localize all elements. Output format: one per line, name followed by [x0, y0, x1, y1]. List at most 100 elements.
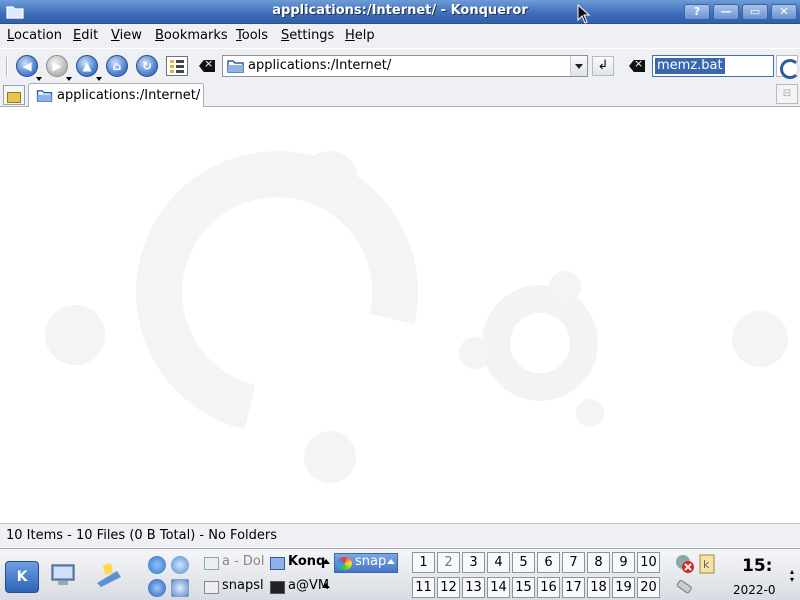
status-text: 10 Items - 10 Files (0 B Total) - No Fol…: [6, 528, 278, 543]
browser-icon[interactable]: [148, 579, 166, 597]
maximize-button[interactable]: ▭: [742, 4, 768, 20]
window-icon: [204, 581, 219, 594]
location-dropdown-button[interactable]: [570, 56, 587, 76]
desktop-13[interactable]: 13: [462, 577, 485, 598]
task-label: Konq: [288, 554, 326, 569]
desktop-2[interactable]: 2: [437, 552, 460, 573]
desktop-9[interactable]: 9: [612, 552, 635, 573]
desktop-20[interactable]: 20: [637, 577, 660, 598]
dropdown-icon: [96, 77, 102, 81]
menu-edit[interactable]: Edit: [73, 28, 98, 43]
clear-location-icon[interactable]: [199, 60, 215, 72]
tab-bar: applications:/Internet/: [0, 82, 800, 108]
desktop-6[interactable]: 6: [537, 552, 560, 573]
caret-up-icon: [322, 583, 330, 588]
caret-up-icon: [387, 559, 395, 564]
task-label: snap: [355, 554, 387, 569]
clock-date: 2022-0: [733, 583, 776, 597]
up-button[interactable]: ▲: [76, 55, 102, 81]
status-bar: 10 Items - 10 Files (0 B Total) - No Fol…: [0, 523, 800, 547]
menu-location[interactable]: Location: [7, 28, 62, 43]
icon-view-icon: [170, 60, 184, 73]
task-snapshot[interactable]: snapsl: [202, 578, 264, 598]
search-input[interactable]: memz.bat: [655, 58, 725, 74]
desktop-17[interactable]: 17: [562, 577, 585, 598]
device-icon[interactable]: [674, 578, 694, 596]
tab-label: applications:/Internet/: [57, 88, 201, 103]
task-label: snapsl: [222, 578, 264, 593]
new-tab-button[interactable]: [3, 85, 25, 105]
share-icon[interactable]: [171, 579, 189, 597]
help-button[interactable]: ?: [684, 4, 710, 20]
task-snapshot-active[interactable]: snap: [334, 553, 398, 573]
svg-text:k: k: [703, 558, 710, 571]
task-dolphin[interactable]: a - Dol: [202, 554, 264, 574]
menu-bar: Location Edit View Bookmarks Tools Setti…: [0, 24, 800, 48]
menu-settings[interactable]: Settings: [281, 28, 334, 43]
clear-search-icon[interactable]: [629, 60, 645, 72]
terminal-icon: [270, 581, 285, 594]
desktop-7[interactable]: 7: [562, 552, 585, 573]
back-button[interactable]: ◀: [16, 55, 42, 81]
clock-scroll-icon[interactable]: ▴ ▾: [790, 568, 794, 584]
system-icon[interactable]: [50, 562, 80, 588]
desktop-14[interactable]: 14: [487, 577, 510, 598]
globe-icon[interactable]: [171, 556, 189, 574]
reload-button[interactable]: ↻: [136, 55, 158, 77]
editor-icon[interactable]: [93, 561, 123, 587]
menu-tools[interactable]: Tools: [236, 28, 268, 43]
task-label: a - Dol: [222, 554, 264, 569]
search-box[interactable]: memz.bat: [652, 55, 774, 77]
search-engine-icon[interactable]: [776, 55, 800, 79]
folder-icon: [227, 60, 244, 73]
desktop-15[interactable]: 15: [512, 577, 535, 598]
desktop-8[interactable]: 8: [587, 552, 610, 573]
folder-icon: [204, 557, 219, 570]
file-view[interactable]: [0, 107, 800, 523]
window-titlebar[interactable]: applications:/Internet/ - Konqueror ? — …: [0, 0, 800, 24]
mouse-cursor-icon: [577, 4, 591, 24]
clock-time[interactable]: 15:: [742, 556, 772, 576]
toolbar-handle[interactable]: [6, 57, 8, 77]
reload-icon: ↻: [141, 59, 153, 73]
dropdown-icon: [66, 77, 72, 81]
desktop-11[interactable]: 11: [412, 577, 435, 598]
network-icon[interactable]: [148, 556, 166, 574]
go-button[interactable]: ↲: [592, 56, 614, 76]
background-watermark: [45, 151, 788, 483]
desktop-16[interactable]: 16: [537, 577, 560, 598]
close-button[interactable]: ✕: [771, 4, 797, 20]
desktop-3[interactable]: 3: [462, 552, 485, 573]
desktop-19[interactable]: 19: [612, 577, 635, 598]
view-mode-button[interactable]: [166, 56, 188, 76]
home-icon: ⌂: [112, 59, 122, 73]
desktop-12[interactable]: 12: [437, 577, 460, 598]
window-title: applications:/Internet/ - Konqueror: [272, 3, 528, 18]
dropdown-icon: [36, 77, 42, 81]
task-konqueror[interactable]: Konq: [268, 554, 332, 574]
desktop-4[interactable]: 4: [487, 552, 510, 573]
desktop-18[interactable]: 18: [587, 577, 610, 598]
menu-bookmarks[interactable]: Bookmarks: [155, 28, 228, 43]
desktop-1[interactable]: 1: [412, 552, 435, 573]
folder-icon: [36, 90, 53, 102]
menu-view[interactable]: View: [111, 28, 142, 43]
klipper-icon[interactable]: k: [698, 553, 716, 575]
menu-help[interactable]: Help: [345, 28, 375, 43]
forward-button[interactable]: ▶: [46, 55, 72, 81]
desktop-5[interactable]: 5: [512, 552, 535, 573]
snapshot-icon: [337, 557, 352, 570]
caret-up-icon: [322, 559, 330, 564]
close-tab-button[interactable]: ⊟: [776, 84, 798, 104]
k-menu-button[interactable]: K: [5, 561, 39, 593]
minimize-button[interactable]: —: [713, 4, 739, 20]
home-button[interactable]: ⌂: [106, 55, 128, 77]
location-field[interactable]: applications:/Internet/: [248, 58, 391, 73]
network-disconnected-icon[interactable]: [674, 553, 696, 575]
arrow-left-icon: ◀: [22, 59, 32, 73]
desktop-10[interactable]: 10: [637, 552, 660, 573]
task-terminal[interactable]: a@VM: [268, 578, 332, 598]
location-combobox[interactable]: applications:/Internet/: [222, 55, 588, 77]
folder-icon: [270, 557, 285, 570]
tab-internet[interactable]: applications:/Internet/: [28, 83, 204, 108]
